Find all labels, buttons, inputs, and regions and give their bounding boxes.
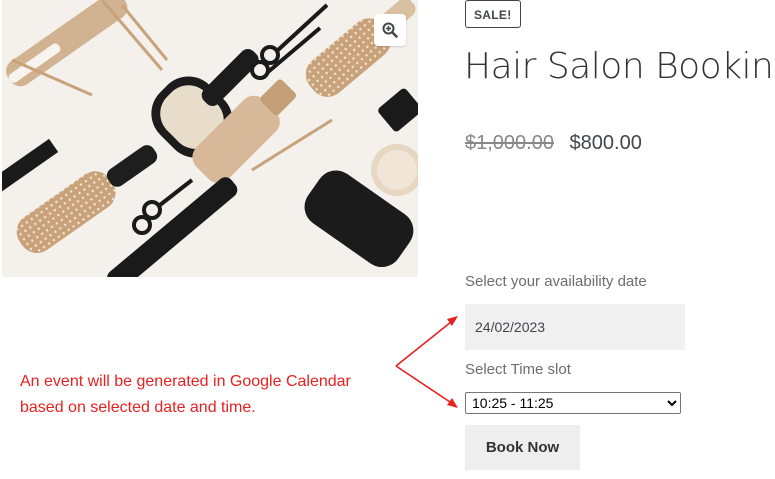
product-image[interactable] (2, 0, 418, 277)
time-slot-select[interactable]: 10:25 - 11:25 (465, 392, 681, 414)
arrow-to-time (395, 365, 457, 407)
annotation-note: An event will be generated in Google Cal… (20, 369, 400, 421)
arrow-to-date (395, 317, 457, 367)
date-input[interactable] (465, 304, 685, 350)
product-page: SALE! Hair Salon Booking $1,000.00 $800.… (0, 0, 775, 479)
product-price: $1,000.00 $800.00 (465, 132, 642, 155)
time-slot-label: Select Time slot (465, 361, 571, 378)
sale-badge: SALE! (465, 0, 521, 28)
zoom-button[interactable] (374, 14, 406, 46)
original-price: $1,000.00 (465, 132, 554, 154)
book-now-button[interactable]: Book Now (465, 425, 580, 470)
product-title: Hair Salon Booking (464, 46, 775, 87)
sale-price: $800.00 (569, 132, 642, 154)
annotation-line-1: An event will be generated in Google Cal… (20, 373, 351, 390)
date-label: Select your availability date (465, 273, 647, 290)
annotation-line-2: based on selected date and time. (20, 399, 256, 416)
arrowhead-time (447, 398, 458, 408)
zoom-in-icon (382, 22, 398, 38)
arrowhead-date (447, 316, 458, 326)
hair-tools-illustration (2, 0, 418, 277)
